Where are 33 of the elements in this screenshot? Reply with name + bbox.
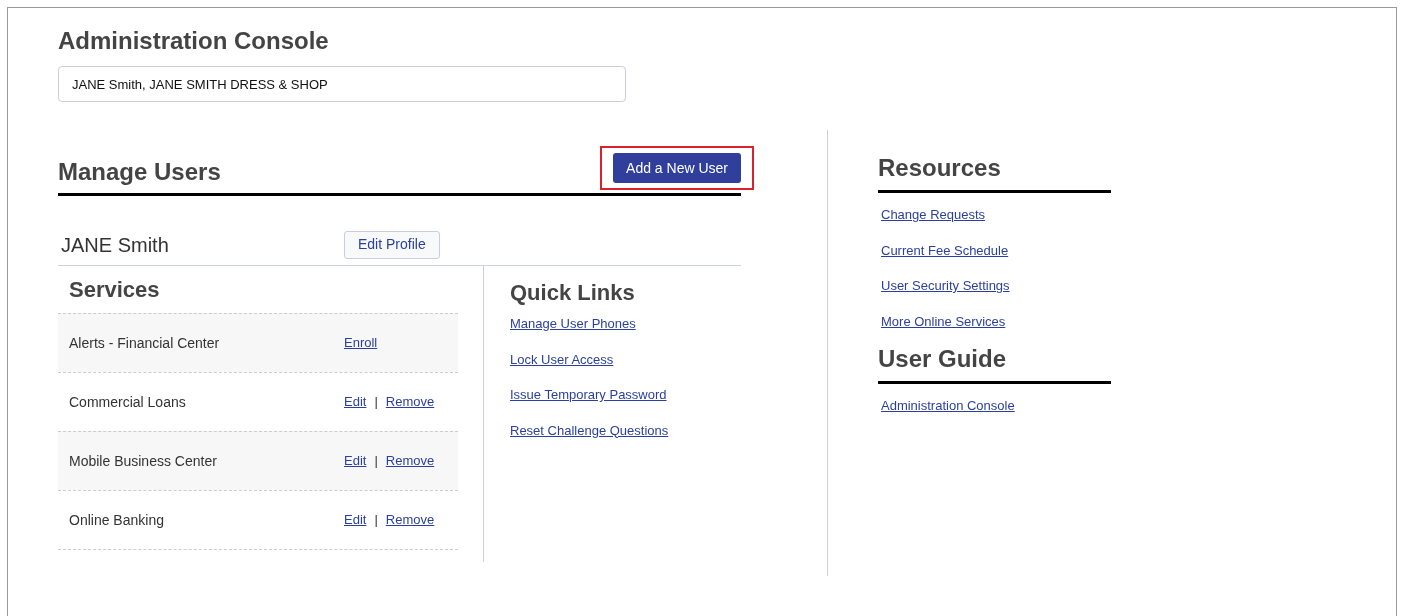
section-heading: Quick Links — [510, 280, 636, 306]
section-heading: Resources — [878, 154, 1111, 193]
resource-link[interactable]: More Online Services — [881, 311, 1006, 331]
edit-profile-button[interactable]: Edit Profile — [344, 230, 440, 259]
service-action-link[interactable]: Edit — [344, 451, 367, 471]
resource-link[interactable]: Current Fee Schedule — [881, 240, 1009, 260]
service-action-link[interactable]: Remove — [385, 392, 435, 412]
service-name: Mobile Business Center — [69, 451, 218, 471]
quick-link[interactable]: Issue Temporary Password — [510, 385, 667, 405]
user-name: JANE Smith — [61, 232, 170, 258]
service-action-link[interactable]: Edit — [344, 392, 367, 412]
account-field[interactable]: JANE Smith, JANE SMITH DRESS & SHOP — [58, 66, 626, 102]
link-separator: | — [374, 511, 378, 530]
resource-link[interactable]: Administration Console — [881, 396, 1015, 416]
resource-link[interactable]: User Security Settings — [881, 276, 1010, 296]
service-name: Online Banking — [69, 510, 165, 530]
section-heading: User Guide — [878, 345, 1111, 384]
link-separator: | — [374, 393, 378, 412]
link-separator: | — [374, 452, 378, 471]
quick-link[interactable]: Manage User Phones — [510, 314, 636, 334]
resource-link[interactable]: Change Requests — [881, 205, 986, 225]
section-heading: Services — [68, 276, 161, 304]
service-action-link[interactable]: Remove — [385, 451, 435, 471]
section-heading: Manage Users — [58, 158, 221, 186]
add-user-button[interactable]: Add a New User — [613, 153, 741, 183]
page-title: Administration Console — [58, 26, 330, 56]
quick-link[interactable]: Reset Challenge Questions — [510, 420, 669, 440]
service-name: Commercial Loans — [69, 392, 187, 412]
service-action-link[interactable]: Enroll — [344, 333, 378, 353]
quick-link[interactable]: Lock User Access — [510, 349, 614, 369]
service-action-link[interactable]: Edit — [344, 510, 367, 530]
service-action-link[interactable]: Remove — [385, 510, 435, 530]
service-name: Alerts - Financial Center — [69, 333, 221, 353]
